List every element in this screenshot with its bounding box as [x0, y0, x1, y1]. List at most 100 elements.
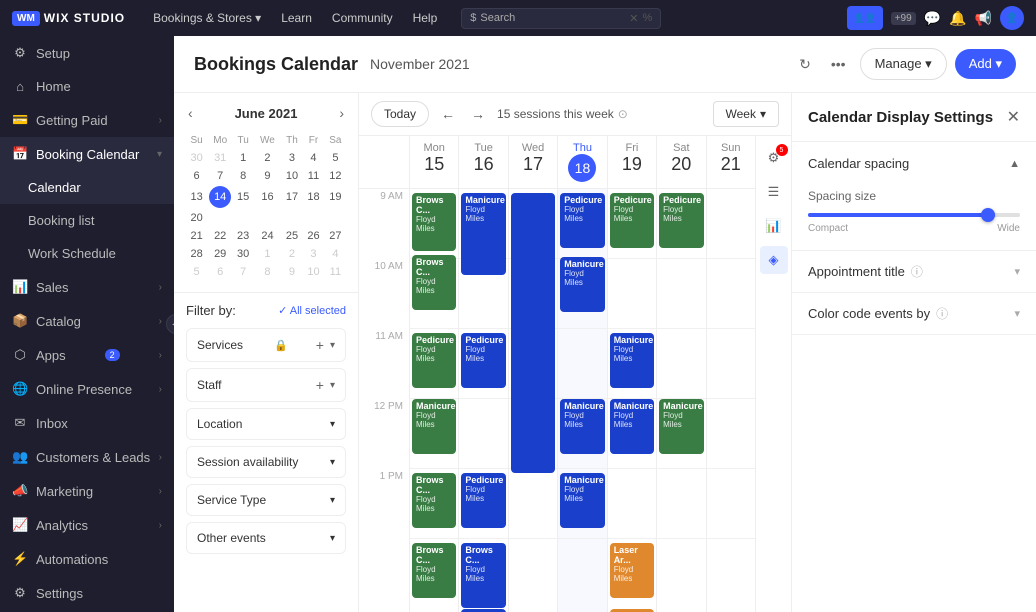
calendar-day[interactable]: 10: [282, 168, 302, 184]
calendar-day[interactable]: 22: [209, 228, 231, 244]
calendar-day[interactable]: 5: [325, 150, 346, 166]
event-item[interactable]: Manicure Floyd Miles: [461, 193, 505, 275]
calendar-day[interactable]: 13: [186, 186, 207, 208]
chart-icon-btn[interactable]: 📊: [760, 212, 788, 240]
calendar-day[interactable]: 11: [304, 168, 323, 184]
sidebar-item-online-presence[interactable]: 🌐 Online Presence ›: [0, 372, 174, 406]
event-item[interactable]: Manicure Floyd Miles: [560, 399, 604, 454]
sidebar-item-marketing[interactable]: 📣 Marketing ›: [0, 474, 174, 508]
sidebar-item-setup[interactable]: ⚙ Setup: [0, 36, 174, 70]
calendar-day[interactable]: 25: [282, 228, 302, 244]
sidebar-item-getting-paid[interactable]: 💳 Getting Paid ›: [0, 103, 174, 137]
sidebar-item-sales[interactable]: 📊 Sales ›: [0, 270, 174, 304]
service-type-chevron-icon[interactable]: ▾: [330, 495, 335, 506]
calendar-day[interactable]: 1: [255, 246, 280, 262]
calendar-day[interactable]: 2: [282, 246, 302, 262]
event-item[interactable]: Laser Ar... Floyd Miles: [610, 543, 654, 598]
sidebar-item-booking-calendar[interactable]: 📅 Booking Calendar ▾: [0, 137, 174, 171]
sidebar-item-inbox[interactable]: ✉ Inbox: [0, 406, 174, 440]
calendar-day[interactable]: 9: [255, 168, 280, 184]
chat-icon[interactable]: 💬: [924, 10, 941, 27]
filter-group-service-type-header[interactable]: Service Type ▾: [187, 485, 345, 515]
services-chevron-icon[interactable]: ▾: [330, 340, 335, 351]
calendar-day[interactable]: 21: [186, 228, 207, 244]
event-item[interactable]: Manicure Floyd Miles: [560, 257, 604, 312]
color-code-section[interactable]: Color code events by ⓘ ▾: [792, 293, 1036, 335]
calendar-day[interactable]: 30: [186, 150, 207, 166]
calendar-day[interactable]: 28: [186, 246, 207, 262]
sidebar-item-work-schedule[interactable]: Work Schedule: [0, 237, 174, 270]
calendar-day[interactable]: 9: [282, 264, 302, 280]
calendar-day[interactable]: 2: [255, 150, 280, 166]
week-view-dropdown[interactable]: Week ▾: [713, 101, 780, 127]
list-icon-btn[interactable]: ☰: [760, 178, 788, 206]
nav-learn[interactable]: Learn: [273, 7, 320, 29]
calendar-day[interactable]: 7: [209, 168, 231, 184]
appointment-title-section[interactable]: Appointment title ⓘ ▾: [792, 251, 1036, 293]
day-column-fri[interactable]: Pedicure Floyd Miles Manicure Floyd Mile…: [607, 189, 656, 612]
nav-help[interactable]: Help: [405, 7, 446, 29]
event-item[interactable]: Brows C... Floyd Miles: [412, 193, 456, 251]
topbar-search-bar[interactable]: $ Search ✕ %: [461, 8, 661, 29]
sidebar-item-booking-list[interactable]: Booking list: [0, 204, 174, 237]
event-item[interactable]: Pedicure Floyd Miles: [560, 193, 604, 248]
services-add-icon[interactable]: +: [316, 337, 324, 353]
event-item[interactable]: Brows C... Floyd Miles: [412, 255, 456, 310]
sidebar-item-automations[interactable]: ⚡ Automations: [0, 542, 174, 576]
event-item[interactable]: Pedicure Floyd Miles: [412, 333, 456, 388]
day-column-sun[interactable]: [706, 189, 755, 612]
event-item[interactable]: Manicure Floyd Miles: [610, 399, 654, 454]
sidebar-item-analytics[interactable]: 📈 Analytics ›: [0, 508, 174, 542]
event-item[interactable]: Manicure Floyd Miles: [412, 399, 456, 454]
event-item[interactable]: Manicure Floyd Miles: [560, 473, 604, 528]
add-button[interactable]: Add ▾: [955, 49, 1016, 79]
display-icon-btn[interactable]: ◈: [760, 246, 788, 274]
manage-button[interactable]: Manage ▾: [860, 48, 947, 80]
event-item[interactable]: Manicure Floyd Miles: [659, 399, 703, 454]
mini-calendar-next[interactable]: ›: [335, 103, 348, 123]
prev-week-button[interactable]: ←: [437, 102, 459, 126]
calendar-day[interactable]: 4: [325, 246, 346, 262]
user-avatar[interactable]: 👤: [1000, 6, 1024, 30]
calendar-day[interactable]: 4: [304, 150, 323, 166]
sidebar-item-calendar[interactable]: Calendar: [0, 171, 174, 204]
calendar-day[interactable]: 6: [186, 168, 207, 184]
calendar-day[interactable]: 27: [325, 228, 346, 244]
calendar-day[interactable]: 17: [282, 186, 302, 208]
settings-icon-btn[interactable]: ⚙ 5: [760, 144, 788, 172]
event-item[interactable]: [511, 193, 555, 473]
session-availability-chevron-icon[interactable]: ▾: [330, 457, 335, 468]
filter-group-location-header[interactable]: Location ▾: [187, 409, 345, 439]
filter-group-other-events-header[interactable]: Other events ▾: [187, 523, 345, 553]
nav-bookings[interactable]: Bookings & Stores ▾: [145, 7, 269, 29]
calendar-day[interactable]: 12: [325, 168, 346, 184]
calendar-day[interactable]: 7: [233, 264, 253, 280]
event-item[interactable]: Brows C... Floyd Miles: [412, 543, 456, 598]
filter-group-services-header[interactable]: Services 🔒 + ▾: [187, 329, 345, 361]
sidebar-item-customers-leads[interactable]: 👥 Customers & Leads ›: [0, 440, 174, 474]
calendar-day[interactable]: 20: [186, 210, 207, 226]
calendar-day[interactable]: 5: [186, 264, 207, 280]
calendar-day[interactable]: 19: [325, 186, 346, 208]
calendar-spacing-header[interactable]: Calendar spacing ▲: [792, 142, 1036, 185]
staff-add-icon[interactable]: +: [316, 377, 324, 393]
calendar-day[interactable]: 23: [233, 228, 253, 244]
event-item[interactable]: Brows C... Floyd Miles: [461, 543, 505, 608]
megaphone-icon[interactable]: 📢: [975, 10, 992, 27]
calendar-day[interactable]: 29: [209, 246, 231, 262]
sidebar-item-catalog[interactable]: 📦 Catalog ›: [0, 304, 174, 338]
day-column-sat[interactable]: Pedicure Floyd Miles Manicure Floyd Mile…: [656, 189, 705, 612]
day-column-wed[interactable]: [508, 189, 557, 612]
day-column-mon[interactable]: Brows C... Floyd Miles Brows C... Floyd …: [409, 189, 458, 612]
bell-icon[interactable]: 🔔: [949, 10, 966, 27]
calendar-day[interactable]: 8: [233, 168, 253, 184]
calendar-day[interactable]: 1: [233, 150, 253, 166]
more-options-button[interactable]: •••: [825, 50, 852, 78]
spacing-slider[interactable]: [808, 213, 1020, 217]
calendar-day[interactable]: 15: [233, 186, 253, 208]
event-item[interactable]: Brows C... Floyd Miles: [412, 473, 456, 528]
mini-calendar-prev[interactable]: ‹: [184, 103, 197, 123]
filter-group-session-availability-header[interactable]: Session availability ▾: [187, 447, 345, 477]
event-item[interactable]: Pedicure Floyd Miles: [461, 333, 505, 388]
calendar-day[interactable]: 10: [304, 264, 323, 280]
